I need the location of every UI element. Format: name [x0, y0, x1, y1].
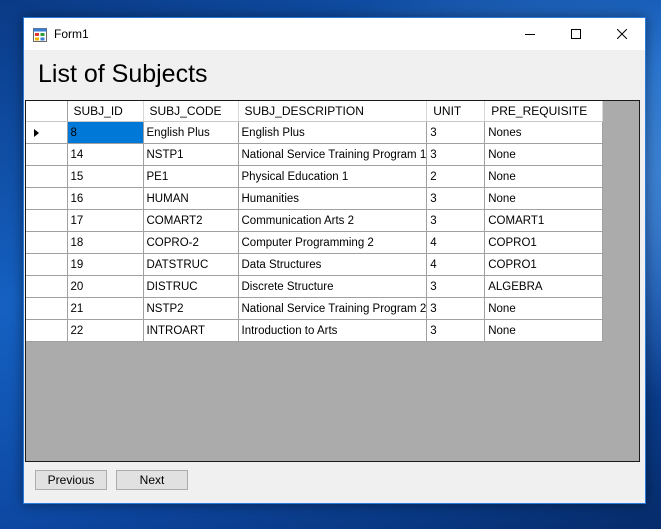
table-cell[interactable]: National Service Training Program 2	[238, 297, 428, 320]
next-button[interactable]: Next	[116, 470, 188, 490]
row-header[interactable]	[26, 297, 68, 320]
column-header[interactable]: UNIT	[426, 101, 486, 122]
table-row[interactable]: 14 NSTP1 National Service Training Program…	[26, 143, 604, 166]
table-cell[interactable]: COPRO-2	[143, 231, 239, 254]
table-row[interactable]: 8 English Plus English Plus 3 Nones	[26, 121, 604, 144]
table-cell[interactable]: 3	[426, 319, 486, 342]
column-header[interactable]: SUBJ_CODE	[143, 101, 239, 122]
table-cell[interactable]: None	[484, 187, 604, 210]
table-cell[interactable]: HUMAN	[143, 187, 239, 210]
table-row[interactable]: 22 INTROART Introduction to Arts 3 None	[26, 319, 604, 342]
table-row[interactable]: 21 NSTP2 National Service Training Program…	[26, 297, 604, 320]
row-header[interactable]	[26, 253, 68, 276]
table-row[interactable]: 16 HUMAN Humanities 3 None	[26, 187, 604, 210]
table-cell[interactable]: 3	[426, 275, 486, 298]
table-cell[interactable]: COMART1	[484, 209, 604, 232]
form-client-area: List of Subjects SUBJ_ID SUBJ_CODE SUBJ_…	[24, 50, 645, 503]
row-header[interactable]	[26, 165, 68, 188]
table-cell[interactable]: 20	[67, 275, 144, 298]
table-cell[interactable]: 15	[67, 165, 144, 188]
previous-button[interactable]: Previous	[35, 470, 107, 490]
form-window: Form1 List of Subjects SUBJ_ID SUBJ_CODE…	[23, 17, 646, 504]
table-cell[interactable]: Data Structures	[238, 253, 428, 276]
table-cell[interactable]: NSTP1	[143, 143, 239, 166]
window-title: Form1	[54, 27, 89, 41]
table-cell[interactable]: Computer Programming 2	[238, 231, 428, 254]
maximize-button[interactable]	[553, 18, 599, 50]
table-cell[interactable]: PE1	[143, 165, 239, 188]
table-cell[interactable]: National Service Training Program 1	[238, 143, 428, 166]
table-cell[interactable]: 14	[67, 143, 144, 166]
table-cell[interactable]: Nones	[484, 121, 604, 144]
table-cell[interactable]: 17	[67, 209, 144, 232]
column-header[interactable]: SUBJ_DESCRIPTION	[238, 101, 428, 122]
table-cell[interactable]: 3	[426, 209, 486, 232]
column-header[interactable]: PRE_REQUISITE	[484, 101, 604, 122]
table-cell[interactable]: 2	[426, 165, 486, 188]
table-cell[interactable]: 3	[426, 297, 486, 320]
column-header[interactable]: SUBJ_ID	[67, 101, 144, 122]
table-cell[interactable]: None	[484, 165, 604, 188]
header-row: SUBJ_ID SUBJ_CODE SUBJ_DESCRIPTION UNIT …	[26, 101, 604, 122]
table-cell[interactable]: Physical Education 1	[238, 165, 428, 188]
table-cell[interactable]: 4	[426, 231, 486, 254]
close-icon	[617, 29, 627, 39]
row-header[interactable]	[26, 319, 68, 342]
table-cell[interactable]: None	[484, 319, 604, 342]
table-cell[interactable]: 3	[426, 121, 486, 144]
table-cell[interactable]: 4	[426, 253, 486, 276]
row-header[interactable]	[26, 143, 68, 166]
subjects-table: SUBJ_ID SUBJ_CODE SUBJ_DESCRIPTION UNIT …	[26, 101, 604, 342]
table-cell[interactable]: Discrete Structure	[238, 275, 428, 298]
table-cell[interactable]: 8	[67, 121, 144, 144]
table-cell[interactable]: Humanities	[238, 187, 428, 210]
subjects-datagrid[interactable]: SUBJ_ID SUBJ_CODE SUBJ_DESCRIPTION UNIT …	[25, 100, 640, 462]
table-cell[interactable]: 16	[67, 187, 144, 210]
table-cell[interactable]: INTROART	[143, 319, 239, 342]
table-row[interactable]: 15 PE1 Physical Education 1 2 None	[26, 165, 604, 188]
table-cell[interactable]: COMART2	[143, 209, 239, 232]
table-cell[interactable]: 22	[67, 319, 144, 342]
table-cell[interactable]: DATSTRUC	[143, 253, 239, 276]
table-cell[interactable]: Communication Arts 2	[238, 209, 428, 232]
row-header[interactable]	[26, 231, 68, 254]
title-bar[interactable]: Form1	[24, 18, 645, 50]
table-cell[interactable]: Introduction to Arts	[238, 319, 428, 342]
table-cell[interactable]: DISTRUC	[143, 275, 239, 298]
row-header[interactable]	[26, 121, 68, 144]
maximize-icon	[571, 29, 581, 39]
table-cell[interactable]: None	[484, 143, 604, 166]
table-row[interactable]: 19 DATSTRUC Data Structures 4 COPRO1	[26, 253, 604, 276]
table-cell[interactable]: 19	[67, 253, 144, 276]
table-cell[interactable]: 3	[426, 187, 486, 210]
row-header[interactable]	[26, 275, 68, 298]
minimize-icon	[525, 34, 535, 35]
current-row-arrow-icon	[34, 129, 39, 137]
table-cell[interactable]: 3	[426, 143, 486, 166]
table-cell[interactable]: 21	[67, 297, 144, 320]
row-header[interactable]	[26, 209, 68, 232]
row-header[interactable]	[26, 187, 68, 210]
table-cell[interactable]: English Plus	[143, 121, 239, 144]
close-button[interactable]	[599, 18, 645, 50]
table-cell[interactable]: 18	[67, 231, 144, 254]
minimize-button[interactable]	[507, 18, 553, 50]
table-row[interactable]: 17 COMART2 Communication Arts 2 3 COMART1	[26, 209, 604, 232]
table-cell[interactable]: NSTP2	[143, 297, 239, 320]
winforms-app-icon	[33, 28, 47, 42]
grid-body: 8 English Plus English Plus 3 Nones 14 NSTP1 Na…	[26, 121, 604, 342]
table-cell[interactable]: None	[484, 297, 604, 320]
table-cell[interactable]: English Plus	[238, 121, 428, 144]
page-title: List of Subjects	[38, 60, 208, 88]
table-row[interactable]: 20 DISTRUC Discrete Structure 3 ALGEBRA	[26, 275, 604, 298]
table-cell[interactable]: ALGEBRA	[484, 275, 604, 298]
table-cell[interactable]: COPRO1	[484, 253, 604, 276]
table-cell[interactable]: COPRO1	[484, 231, 604, 254]
table-row[interactable]: 18 COPRO-2 Computer Programming 2 4 COPRO1	[26, 231, 604, 254]
row-header-corner[interactable]	[26, 101, 68, 122]
